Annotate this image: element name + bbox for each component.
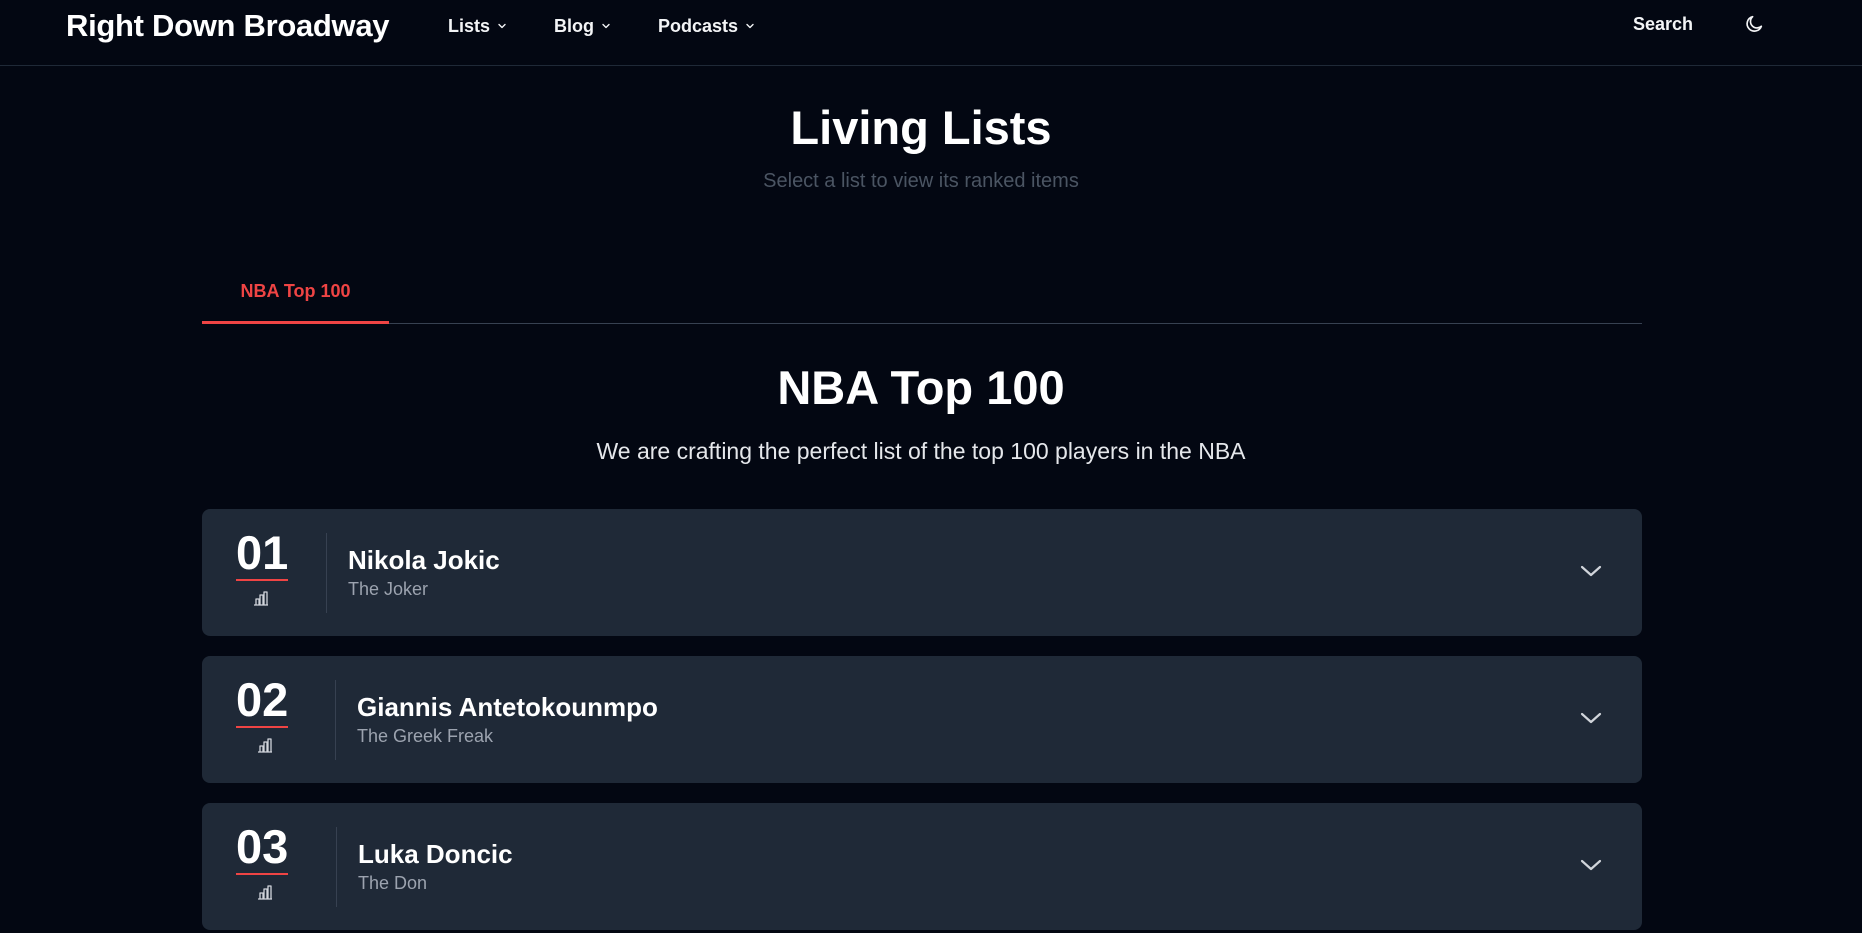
player-nickname: The Greek Freak	[357, 726, 494, 746]
player-name: Giannis Antetokounmpo	[357, 692, 658, 722]
rank-number: 01	[236, 526, 289, 581]
divider	[326, 533, 327, 613]
rank-block: 01	[236, 527, 296, 607]
moon-icon[interactable]	[1743, 13, 1765, 35]
search-button[interactable]: Search	[1633, 14, 1693, 35]
list-item[interactable]: 03 Luka Doncic The Don	[202, 803, 1642, 930]
list-item[interactable]: 01 Nikola Jokic The Joker	[202, 509, 1642, 636]
chevron-down-icon[interactable]	[1579, 710, 1603, 726]
nav-lists-dropdown[interactable]: Lists	[448, 14, 507, 38]
divider	[336, 827, 337, 907]
nav-lists-label: Lists	[448, 15, 491, 36]
player-nickname: The Don	[358, 873, 428, 893]
page-title: Living Lists	[790, 101, 1052, 154]
nav-podcasts-label: Podcasts	[658, 15, 739, 36]
player-name: Nikola Jokic	[348, 545, 500, 575]
chevron-down-icon	[498, 23, 506, 29]
chevron-down-icon[interactable]	[1579, 857, 1603, 873]
list-title: NBA Top 100	[777, 361, 1065, 414]
list-description: We are crafting the perfect list of the …	[596, 438, 1246, 464]
list-item[interactable]: 02 Giannis Antetokounmpo The Greek Freak	[202, 656, 1642, 783]
nav-blog-dropdown[interactable]: Blog	[554, 14, 611, 38]
bar-chart-icon[interactable]	[252, 589, 270, 607]
rank-number: 02	[236, 673, 289, 728]
rank-number: 03	[236, 820, 289, 875]
divider	[335, 680, 336, 760]
player-nickname: The Joker	[348, 579, 429, 599]
bar-chart-icon[interactable]	[256, 736, 274, 754]
list-tabs: NBA Top 100	[202, 268, 1642, 324]
bar-chart-icon[interactable]	[256, 883, 274, 901]
chevron-down-icon	[602, 23, 610, 29]
rank-block: 03	[236, 821, 296, 901]
navbar: Right Down Broadway Lists Blog Podcasts …	[0, 0, 1862, 66]
site-logo[interactable]: Right Down Broadway	[66, 8, 390, 44]
nav-podcasts-dropdown[interactable]: Podcasts	[658, 14, 755, 38]
chevron-down-icon[interactable]	[1579, 563, 1603, 579]
rank-block: 02	[236, 674, 296, 754]
player-name: Luka Doncic	[358, 839, 513, 869]
nav-menu: Lists Blog Podcasts	[448, 14, 802, 38]
chevron-down-icon	[746, 23, 754, 29]
page-subtitle: Select a list to view its ranked items	[763, 170, 1079, 192]
nav-blog-label: Blog	[554, 15, 595, 36]
tab-nba-top-100[interactable]: NBA Top 100	[202, 268, 389, 324]
